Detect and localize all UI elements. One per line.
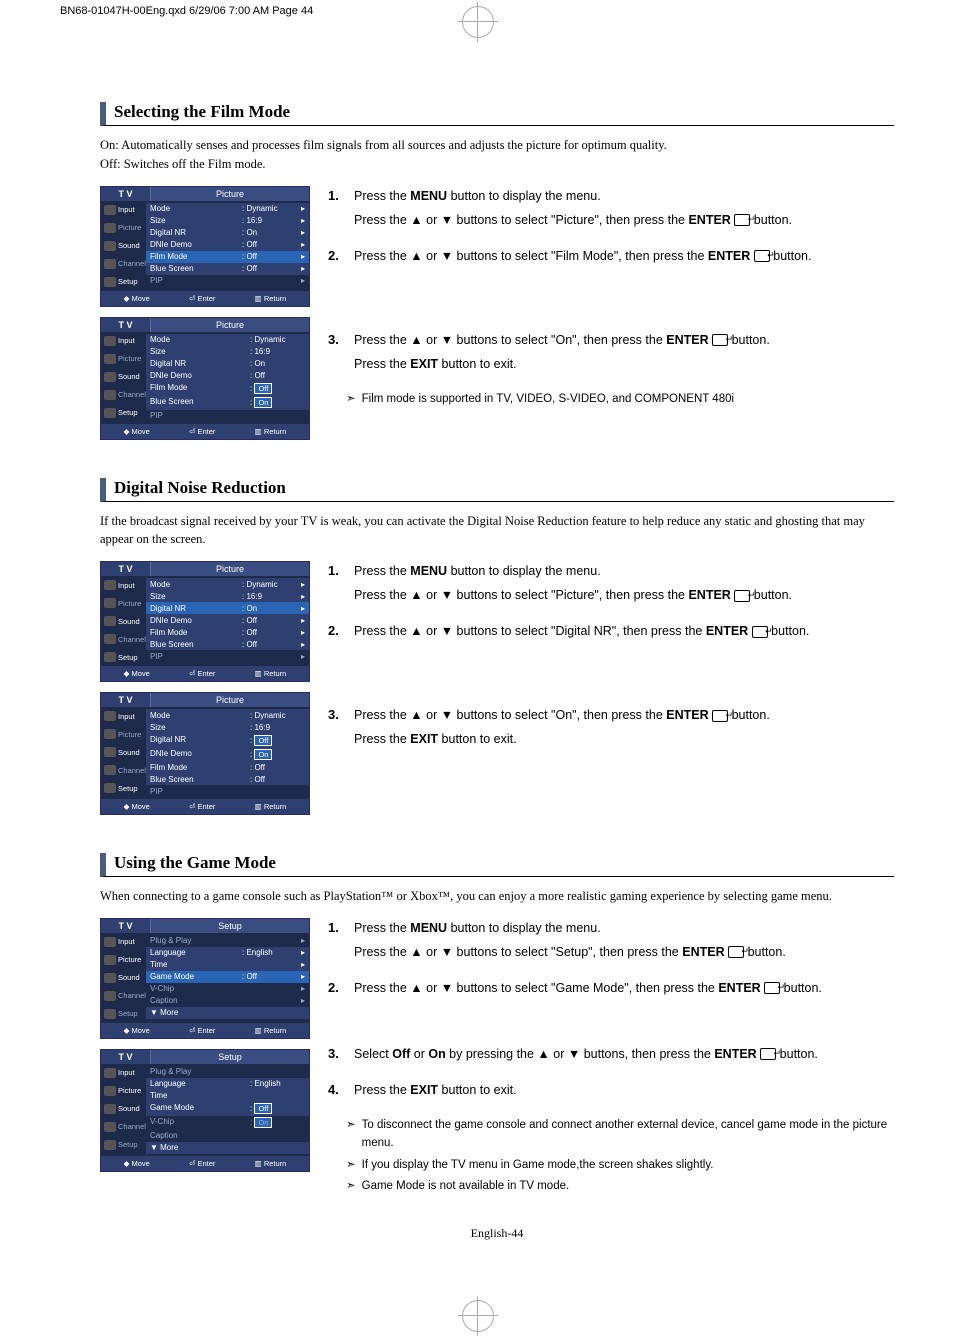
section-title: Digital Noise Reduction <box>100 478 894 502</box>
section-film-mode: Selecting the Film Mode On: Automaticall… <box>100 102 894 450</box>
osd-picture-1: T VPicture Input Picture Sound Channel S… <box>100 186 310 307</box>
section-title: Selecting the Film Mode <box>100 102 894 126</box>
osd-setup-2: T VSetup Input Picture Sound Channel Set… <box>100 1049 310 1172</box>
section-dnr: Digital Noise Reduction If the broadcast… <box>100 478 894 826</box>
osd-setup-1: T VSetup Input Picture Sound Channel Set… <box>100 918 310 1039</box>
section-title: Using the Game Mode <box>100 853 894 877</box>
crop-mark-icon <box>462 6 494 38</box>
intro-text: When connecting to a game console such a… <box>100 887 894 906</box>
crop-mark-icon <box>462 1300 494 1332</box>
page-footer: English-44 <box>100 1226 894 1241</box>
intro-text: On: Automatically senses and processes f… <box>100 136 894 174</box>
osd-dnr-1: T VPicture Input Picture Sound Channel S… <box>100 561 310 682</box>
osd-dnr-2: T VPicture Input Picture Sound Channel S… <box>100 692 310 815</box>
intro-text: If the broadcast signal received by your… <box>100 512 894 550</box>
section-game-mode: Using the Game Mode When connecting to a… <box>100 853 894 1198</box>
osd-picture-2: T VPicture Input Picture Sound Channel S… <box>100 317 310 440</box>
